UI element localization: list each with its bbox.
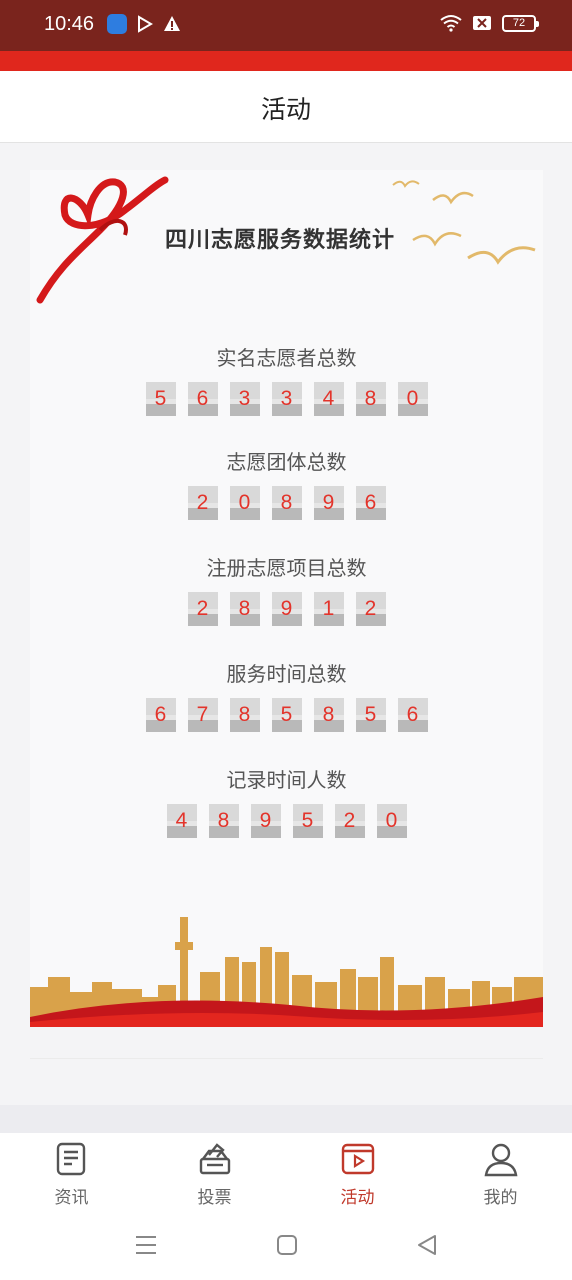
digit-counter: 2 0 8 9 6 <box>30 486 543 520</box>
play-store-icon <box>138 15 153 33</box>
birds-decoration <box>392 180 536 265</box>
digit-tile: 9 <box>313 486 344 520</box>
accent-strip <box>0 51 572 71</box>
home-icon[interactable] <box>276 1234 298 1256</box>
digit-tile: 5 <box>271 698 302 732</box>
divider <box>30 1058 543 1059</box>
digit-tile: 9 <box>250 804 281 838</box>
nav-label: 我的 <box>483 1188 518 1208</box>
digit-counter: 4 8 9 5 2 0 <box>30 804 543 838</box>
digit-tile: 7 <box>187 698 218 732</box>
digit-tile: 2 <box>355 592 386 626</box>
status-time: 10:46 <box>44 13 95 35</box>
digit-tile: 8 <box>355 382 386 416</box>
nav-label: 资讯 <box>54 1188 89 1208</box>
digit-tile: 6 <box>145 698 176 732</box>
status-bar: 10:46 72 <box>0 0 572 51</box>
digit-tile: 8 <box>229 698 260 732</box>
digit-tile: 1 <box>313 592 344 626</box>
system-navigation-bar <box>0 1218 572 1280</box>
stat-label: 注册志愿项目总数 <box>206 556 367 580</box>
digit-tile: 6 <box>355 486 386 520</box>
grey-spacer <box>0 1105 572 1133</box>
digit-counter: 6 7 8 5 8 5 6 <box>30 698 543 732</box>
warning-icon <box>164 16 180 31</box>
digit-tile: 0 <box>229 486 260 520</box>
digit-tile: 0 <box>397 382 428 416</box>
page-title: 活动 <box>260 95 311 124</box>
digit-tile: 4 <box>166 804 197 838</box>
digit-tile: 5 <box>355 698 386 732</box>
stat-recorded-people: 记录时间人数 4 8 9 5 2 0 <box>30 764 543 838</box>
stat-registered-projects: 注册志愿项目总数 2 8 9 1 2 <box>30 552 543 626</box>
ribbon-heart-icon <box>36 176 169 304</box>
stat-volunteer-groups: 志愿团体总数 2 0 8 9 6 <box>30 446 543 520</box>
status-system-icons: 72 <box>440 14 539 32</box>
digit-tile: 3 <box>271 382 302 416</box>
digit-tile: 2 <box>187 592 218 626</box>
digit-counter: 2 8 9 1 2 <box>30 592 543 626</box>
title-bar: 活动 <box>0 71 572 143</box>
digit-tile: 3 <box>229 382 260 416</box>
profile-icon <box>484 1143 518 1177</box>
digit-tile: 0 <box>376 804 407 838</box>
digit-tile: 4 <box>313 382 344 416</box>
news-icon <box>56 1142 86 1176</box>
bottom-navigation: 资讯 投票 活动 我的 <box>0 1133 572 1218</box>
digit-tile: 5 <box>292 804 323 838</box>
app-notification-icon <box>107 14 127 34</box>
digit-tile: 9 <box>271 592 302 626</box>
sim-off-icon <box>473 16 491 30</box>
activity-video-icon <box>341 1143 375 1175</box>
banner-title: 四川志愿服务数据统计 <box>165 228 396 253</box>
digit-tile: 2 <box>187 486 218 520</box>
nav-item-profile[interactable]: 我的 <box>429 1133 572 1218</box>
stat-label: 实名志愿者总数 <box>216 346 357 370</box>
stat-label: 志愿团体总数 <box>226 450 347 474</box>
city-skyline-illustration <box>30 917 543 1027</box>
digit-tile: 2 <box>334 804 365 838</box>
stat-label: 记录时间人数 <box>226 768 347 792</box>
nav-item-vote[interactable]: 投票 <box>143 1133 286 1218</box>
vote-icon <box>199 1143 231 1175</box>
stat-label: 服务时间总数 <box>226 662 347 686</box>
volunteer-stats-poster: 四川志愿服务数据统计 实名志愿者总数 5 6 3 3 4 8 0 志愿团体总数 … <box>30 170 543 1027</box>
stat-service-hours: 服务时间总数 6 7 8 5 8 5 6 <box>30 658 543 732</box>
menu-icon[interactable] <box>135 1234 157 1256</box>
battery-indicator: 72 <box>502 14 539 32</box>
digit-tile: 8 <box>271 486 302 520</box>
digit-tile: 6 <box>397 698 428 732</box>
back-icon[interactable] <box>416 1234 438 1256</box>
digit-tile: 6 <box>187 382 218 416</box>
stat-real-name-volunteers: 实名志愿者总数 5 6 3 3 4 8 0 <box>30 342 543 416</box>
nav-item-activity[interactable]: 活动 <box>286 1133 429 1218</box>
digit-counter: 5 6 3 3 4 8 0 <box>30 382 543 416</box>
digit-tile: 8 <box>313 698 344 732</box>
digit-tile: 8 <box>229 592 260 626</box>
nav-label: 投票 <box>197 1188 232 1208</box>
nav-item-news[interactable]: 资讯 <box>0 1133 143 1218</box>
status-notification-icons <box>107 14 181 34</box>
digit-tile: 5 <box>145 382 176 416</box>
digit-tile: 8 <box>208 804 239 838</box>
wifi-icon <box>440 15 462 32</box>
nav-label: 活动 <box>340 1188 375 1208</box>
